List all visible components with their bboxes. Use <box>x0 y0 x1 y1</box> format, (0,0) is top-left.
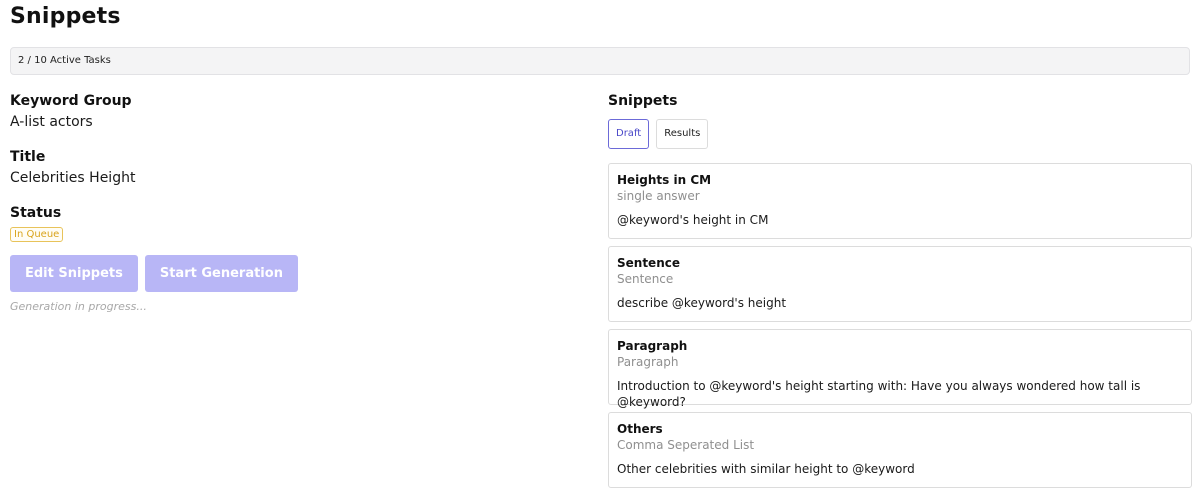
snippet-card[interactable]: Sentence Sentence describe @keyword's he… <box>608 246 1192 322</box>
snippet-list: Heights in CM single answer @keyword's h… <box>608 163 1192 488</box>
snippet-title: Paragraph <box>617 339 688 353</box>
title-value: Celebrities Height <box>10 170 136 186</box>
generation-progress-note: Generation in progress... <box>10 300 147 313</box>
snippet-prompt: describe @keyword's height <box>617 296 787 310</box>
active-tasks-bar: 2 / 10 Active Tasks <box>10 47 1190 75</box>
page-title: Snippets <box>10 4 121 29</box>
tab-results[interactable]: Results <box>656 119 709 149</box>
tab-draft[interactable]: Draft <box>608 119 650 149</box>
snippet-title: Sentence <box>617 256 680 270</box>
status-label: Status <box>10 205 62 221</box>
snippet-type: Comma Seperated List <box>617 438 755 452</box>
action-buttons: Edit Snippets Start Generation <box>10 255 570 292</box>
snippet-type: single answer <box>617 189 700 203</box>
snippet-type: Paragraph <box>617 355 679 369</box>
status-badge: In Queue <box>10 227 64 242</box>
details-panel: Keyword Group A-list actors Title Celebr… <box>10 92 570 313</box>
keyword-group-value: A-list actors <box>10 114 93 130</box>
snippets-title: Snippets <box>608 93 678 109</box>
keyword-group-label: Keyword Group <box>10 93 132 109</box>
snippet-card[interactable]: Paragraph Paragraph Introduction to @key… <box>608 329 1192 409</box>
start-generation-button[interactable]: Start Generation <box>144 255 298 292</box>
snippet-prompt: @keyword's height in CM <box>617 213 769 227</box>
snippet-title: Heights in CM <box>617 173 712 187</box>
page: Snippets 2 / 10 Active Tasks Keyword Gro… <box>0 0 1200 494</box>
title-label: Title <box>10 149 46 165</box>
title-field: Title Celebrities Height <box>10 148 570 204</box>
snippet-title: Others <box>617 422 663 436</box>
snippet-prompt: Other celebrities with similar height to… <box>617 462 915 476</box>
snippets-panel: Snippets Draft Results Heights in CM sin… <box>608 92 1192 494</box>
snippet-card[interactable]: Heights in CM single answer @keyword's h… <box>608 163 1192 239</box>
snippets-tabs: Draft Results <box>608 119 1192 149</box>
snippet-type: Sentence <box>617 272 674 286</box>
snippet-prompt: Introduction to @keyword's height starti… <box>617 379 1141 409</box>
keyword-group-field: Keyword Group A-list actors <box>10 92 570 148</box>
edit-snippets-button[interactable]: Edit Snippets <box>10 255 138 292</box>
active-tasks-count: 2 / 10 Active Tasks <box>18 55 111 66</box>
status-field: Status In Queue <box>10 204 570 242</box>
snippet-card[interactable]: Others Comma Seperated List Other celebr… <box>608 412 1192 488</box>
